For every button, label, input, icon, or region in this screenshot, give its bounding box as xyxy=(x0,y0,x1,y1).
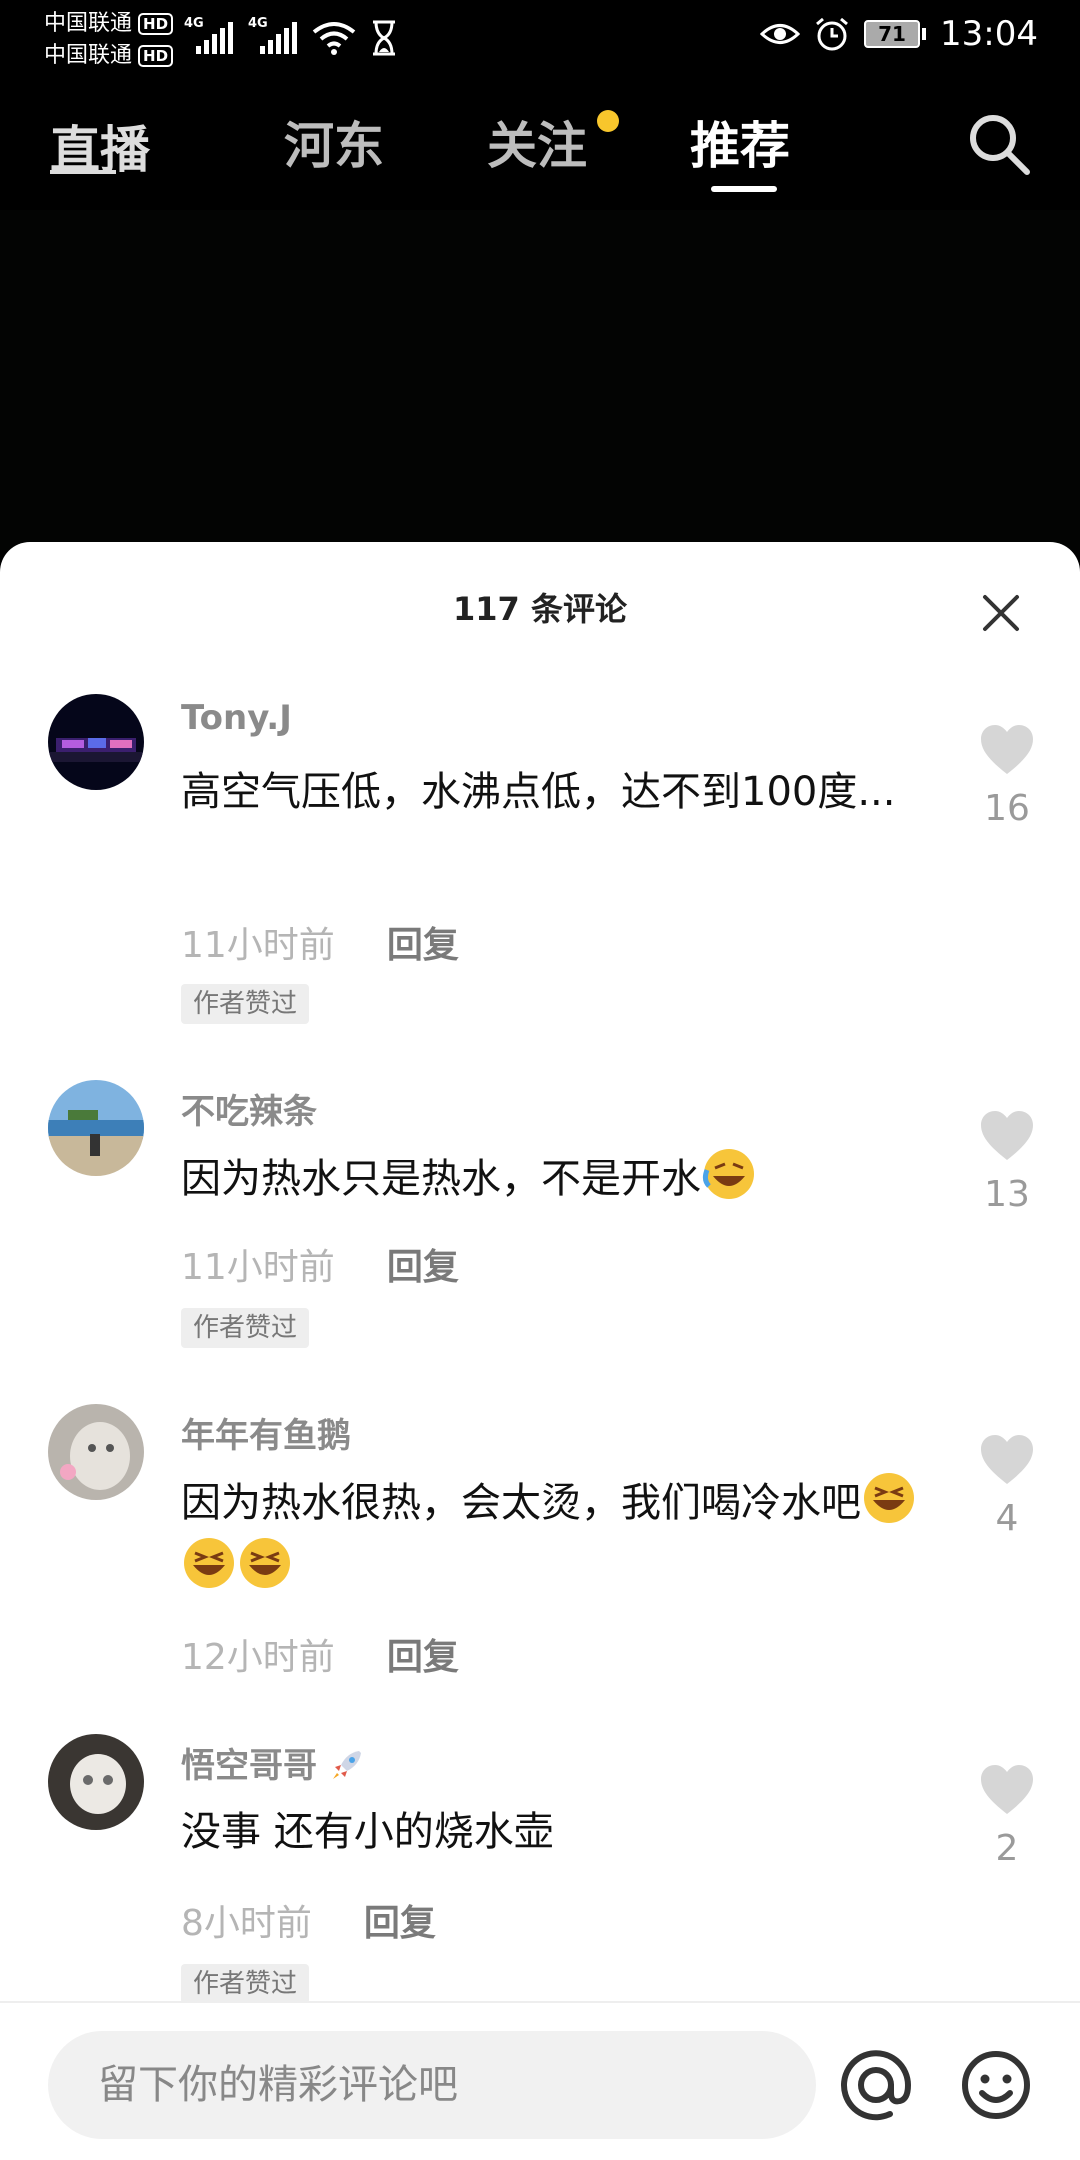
comment-text: 因为热水很热，会太烫，我们喝冷水吧 xyxy=(181,1470,921,1600)
wifi-icon xyxy=(312,22,356,55)
comment-username[interactable]: 不吃辣条 xyxy=(181,1084,317,1133)
like-count: 16 xyxy=(984,788,1030,829)
like-count: 13 xyxy=(984,1174,1030,1215)
heart-icon[interactable] xyxy=(979,1110,1035,1162)
comment-username[interactable]: Tony.J xyxy=(181,698,292,738)
at-mention-icon[interactable] xyxy=(838,2047,914,2123)
video-player[interactable] xyxy=(0,210,1080,550)
signal-icon: 4G xyxy=(184,16,234,56)
carrier-info: 中国联通 HD 中国联通 HD xyxy=(44,8,174,72)
comment-input-bar: 留下你的精彩评论吧 xyxy=(0,2001,1080,2160)
like-count: 2 xyxy=(995,1828,1019,1869)
battery-icon: 71 xyxy=(864,20,927,48)
hd-badge: HD xyxy=(138,45,174,67)
comment-text: 高空气压低，水沸点低，达不到100度... xyxy=(181,769,896,815)
avatar[interactable] xyxy=(48,1404,144,1500)
top-navigation: 直播 河东 关注 推荐 xyxy=(0,96,1080,206)
comment-time: 8小时前 xyxy=(181,1903,312,1944)
comment-username[interactable]: 年年有鱼鹅 xyxy=(181,1408,351,1457)
avatar[interactable] xyxy=(48,1080,144,1176)
reply-button[interactable]: 回复 xyxy=(387,1628,459,1680)
eye-icon xyxy=(760,24,801,44)
grinning-squint-emoji-icon xyxy=(240,1538,290,1588)
grinning-squint-emoji-icon xyxy=(864,1473,914,1523)
comment-text: 没事 还有小的烧水壶 xyxy=(181,1809,554,1855)
notification-dot xyxy=(597,110,619,132)
author-liked-badge: 作者赞过 xyxy=(181,984,310,1024)
tab-recommend[interactable]: 推荐 xyxy=(690,106,790,178)
hd-badge: HD xyxy=(138,13,174,35)
reply-button[interactable]: 回复 xyxy=(387,916,459,968)
comment-username[interactable]: 悟空哥哥 xyxy=(181,1738,365,1787)
emoji-icon[interactable] xyxy=(958,2047,1034,2123)
heart-icon[interactable] xyxy=(979,724,1035,776)
comment-time: 12小时前 xyxy=(181,1637,335,1678)
heart-icon[interactable] xyxy=(979,1434,1035,1486)
comment-input[interactable]: 留下你的精彩评论吧 xyxy=(48,2031,816,2139)
like-count: 4 xyxy=(995,1498,1019,1539)
signal-indicators: 4G 4G xyxy=(184,16,398,56)
clock-time: 13:04 xyxy=(940,14,1038,54)
comment-time: 11小时前 xyxy=(181,1247,335,1288)
avatar[interactable] xyxy=(48,1734,144,1830)
close-icon[interactable] xyxy=(979,591,1023,635)
hourglass-icon xyxy=(373,20,395,56)
comment-text: 因为热水只是热水，不是开水 xyxy=(181,1146,921,1211)
carrier-name-2: 中国联通 xyxy=(44,43,133,68)
rocket-icon xyxy=(332,1751,361,1779)
grinning-squint-emoji-icon xyxy=(184,1538,234,1588)
status-bar: 中国联通 HD 中国联通 HD 4G 4G 71 13:04 xyxy=(0,0,1080,80)
heart-icon[interactable] xyxy=(979,1764,1035,1816)
reply-button[interactable]: 回复 xyxy=(387,1238,459,1290)
comments-sheet: 117 条评论 Tony.J 高空气压低，水沸点低，达不到100度... 11小… xyxy=(0,542,1080,2160)
signal-icon: 4G xyxy=(248,16,298,56)
reply-button[interactable]: 回复 xyxy=(364,1894,436,1946)
comment-time: 11小时前 xyxy=(181,925,335,966)
search-icon[interactable] xyxy=(963,108,1035,180)
carrier-name-1: 中国联通 xyxy=(44,11,133,36)
author-liked-badge: 作者赞过 xyxy=(181,1964,310,2004)
avatar[interactable] xyxy=(48,694,144,790)
live-underline xyxy=(50,170,116,174)
alarm-icon xyxy=(816,17,848,51)
author-liked-badge: 作者赞过 xyxy=(181,1308,310,1348)
comments-title: 117 条评论 xyxy=(453,590,627,628)
laughing-crying-emoji-icon xyxy=(702,1149,754,1199)
tab-follow[interactable]: 关注 xyxy=(487,106,587,178)
active-tab-indicator xyxy=(711,186,777,192)
tab-hedong[interactable]: 河东 xyxy=(284,106,384,178)
